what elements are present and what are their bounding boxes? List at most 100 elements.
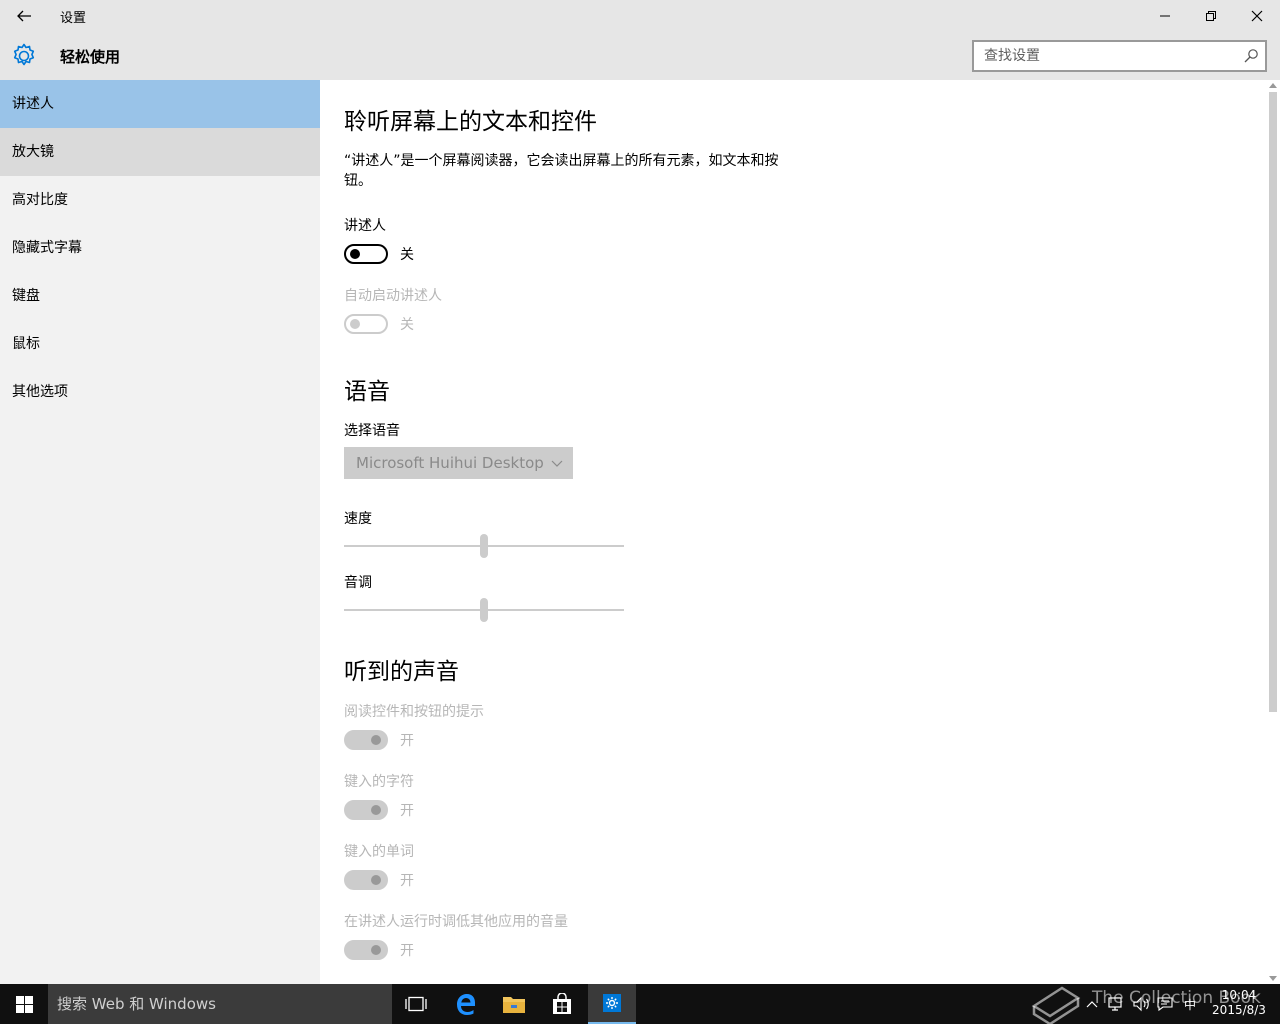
- ime-indicator[interactable]: 中: [1184, 984, 1196, 1024]
- sidebar-item-magnifier[interactable]: 放大镜: [0, 128, 320, 176]
- search-icon[interactable]: [1243, 48, 1259, 64]
- toggle-knob: [371, 945, 381, 955]
- narrator-toggle-row: 关: [344, 244, 414, 264]
- autostart-label: 自动启动讲述人: [344, 288, 442, 304]
- message-icon: [1157, 997, 1173, 1012]
- taskbar: 搜索 Web 和 Windows The Collection Book 中 1…: [0, 984, 1280, 1024]
- slider-thumb[interactable]: [480, 598, 488, 622]
- voice-dropdown[interactable]: Microsoft Huihui Desktop: [344, 447, 573, 479]
- toggle-state: 开: [400, 733, 414, 749]
- toggle-state: 开: [400, 873, 414, 889]
- network-tray[interactable]: [1108, 984, 1126, 1024]
- narrator-toggle[interactable]: [344, 244, 388, 264]
- search-input[interactable]: [974, 42, 1234, 70]
- clock-date: 2015/8/3: [1212, 1003, 1266, 1017]
- sidebar-item-closed-captions[interactable]: 隐藏式字幕: [0, 224, 320, 272]
- volume-tray[interactable]: [1132, 984, 1150, 1024]
- read-hints-toggle[interactable]: [344, 730, 388, 750]
- start-button[interactable]: [0, 984, 48, 1024]
- slider-thumb[interactable]: [480, 534, 488, 558]
- sound-option-toggle-row: 开: [344, 730, 414, 750]
- sound-option-label: 键入的字符: [344, 774, 414, 790]
- toggle-knob: [350, 319, 360, 329]
- store-button[interactable]: [538, 984, 586, 1024]
- app-title: 设置: [60, 11, 87, 26]
- toggle-state: 开: [400, 943, 414, 959]
- scroll-down-icon[interactable]: [1269, 976, 1277, 982]
- minimize-button[interactable]: [1142, 0, 1188, 32]
- gear-icon: [603, 994, 621, 1012]
- taskbar-clock[interactable]: 10:04 2015/8/3: [1206, 988, 1272, 1018]
- main-content: 聆听屏幕上的文本和控件 “讲述人”是一个屏幕阅读器，它会读出屏幕上的所有元素，如…: [320, 80, 1266, 984]
- scroll-up-icon[interactable]: [1269, 82, 1277, 88]
- narrator-label: 讲述人: [344, 218, 386, 234]
- scroll-thumb[interactable]: [1269, 92, 1277, 712]
- book-logo-icon: [1031, 986, 1081, 1024]
- file-explorer-button[interactable]: [490, 984, 538, 1024]
- autostart-toggle[interactable]: [344, 314, 388, 334]
- toggle-state: 开: [400, 803, 414, 819]
- pitch-label: 音调: [344, 575, 372, 591]
- minimize-icon: [1160, 15, 1170, 17]
- volume-icon: [1133, 996, 1149, 1012]
- narrator-toggle-state: 关: [400, 247, 414, 263]
- speed-slider[interactable]: [344, 534, 624, 558]
- chevron-down-icon: [551, 460, 563, 467]
- task-view-button[interactable]: [392, 984, 440, 1024]
- back-button[interactable]: [0, 0, 48, 32]
- toggle-knob: [371, 735, 381, 745]
- autostart-toggle-state: 关: [400, 317, 414, 333]
- store-bag-icon: [553, 993, 571, 1014]
- folder-icon: [503, 997, 525, 1013]
- section-heading-voice: 语音: [344, 379, 390, 405]
- sound-option-toggle-row: 开: [344, 800, 414, 820]
- toggle-knob: [371, 875, 381, 885]
- back-arrow-icon: [17, 10, 31, 22]
- notifications-tray[interactable]: [1156, 984, 1174, 1024]
- close-button[interactable]: [1234, 0, 1280, 32]
- narrator-description: “讲述人”是一个屏幕阅读器，它会读出屏幕上的所有元素，如文本和按钮。: [344, 153, 779, 189]
- scrollbar[interactable]: [1266, 80, 1280, 984]
- sidebar-item-narrator[interactable]: 讲述人: [0, 80, 320, 128]
- task-view-icon: [405, 996, 427, 1012]
- taskbar-search-box[interactable]: 搜索 Web 和 Windows: [48, 984, 392, 1024]
- close-icon: [1251, 10, 1263, 22]
- toggle-knob: [371, 805, 381, 815]
- section-heading-sounds: 听到的声音: [344, 659, 459, 685]
- clock-time: 10:04: [1221, 988, 1257, 1002]
- sidebar-item-keyboard[interactable]: 键盘: [0, 272, 320, 320]
- sidebar: 讲述人 放大镜 高对比度 隐藏式字幕 键盘 鼠标 其他选项: [0, 80, 320, 984]
- page-title: 轻松使用: [60, 48, 121, 66]
- pitch-slider[interactable]: [344, 598, 624, 622]
- sidebar-item-mouse[interactable]: 鼠标: [0, 320, 320, 368]
- section-heading-listen: 聆听屏幕上的文本和控件: [344, 109, 597, 135]
- chevron-up-icon: [1086, 1001, 1098, 1008]
- edge-button[interactable]: [442, 984, 490, 1024]
- sidebar-item-high-contrast[interactable]: 高对比度: [0, 176, 320, 224]
- sound-option-label: 在讲述人运行时调低其他应用的音量: [344, 914, 568, 930]
- settings-header: 轻松使用: [0, 32, 1280, 80]
- toggle-knob: [350, 249, 360, 259]
- settings-taskbar-button[interactable]: [588, 984, 636, 1024]
- autostart-toggle-row: 关: [344, 314, 414, 334]
- edge-icon: [457, 994, 475, 1015]
- sidebar-item-other-options[interactable]: 其他选项: [0, 368, 320, 416]
- voice-label: 选择语音: [344, 423, 400, 439]
- gear-icon: [13, 43, 35, 66]
- lower-volume-toggle[interactable]: [344, 940, 388, 960]
- sound-option-label: 键入的单词: [344, 844, 414, 860]
- network-icon: [1108, 997, 1122, 1011]
- voice-dropdown-value: Microsoft Huihui Desktop: [356, 454, 544, 472]
- title-bar: 设置: [0, 0, 1280, 32]
- windows-logo-icon: [15, 995, 33, 1013]
- restore-button[interactable]: [1188, 0, 1234, 32]
- restore-icon: [1206, 11, 1216, 21]
- sound-option-toggle-row: 开: [344, 940, 414, 960]
- typed-characters-toggle[interactable]: [344, 800, 388, 820]
- tray-overflow[interactable]: [1086, 984, 1098, 1024]
- speed-label: 速度: [344, 511, 372, 527]
- sound-option-toggle-row: 开: [344, 870, 414, 890]
- search-box[interactable]: [972, 40, 1267, 72]
- sound-option-label: 阅读控件和按钮的提示: [344, 704, 484, 720]
- typed-words-toggle[interactable]: [344, 870, 388, 890]
